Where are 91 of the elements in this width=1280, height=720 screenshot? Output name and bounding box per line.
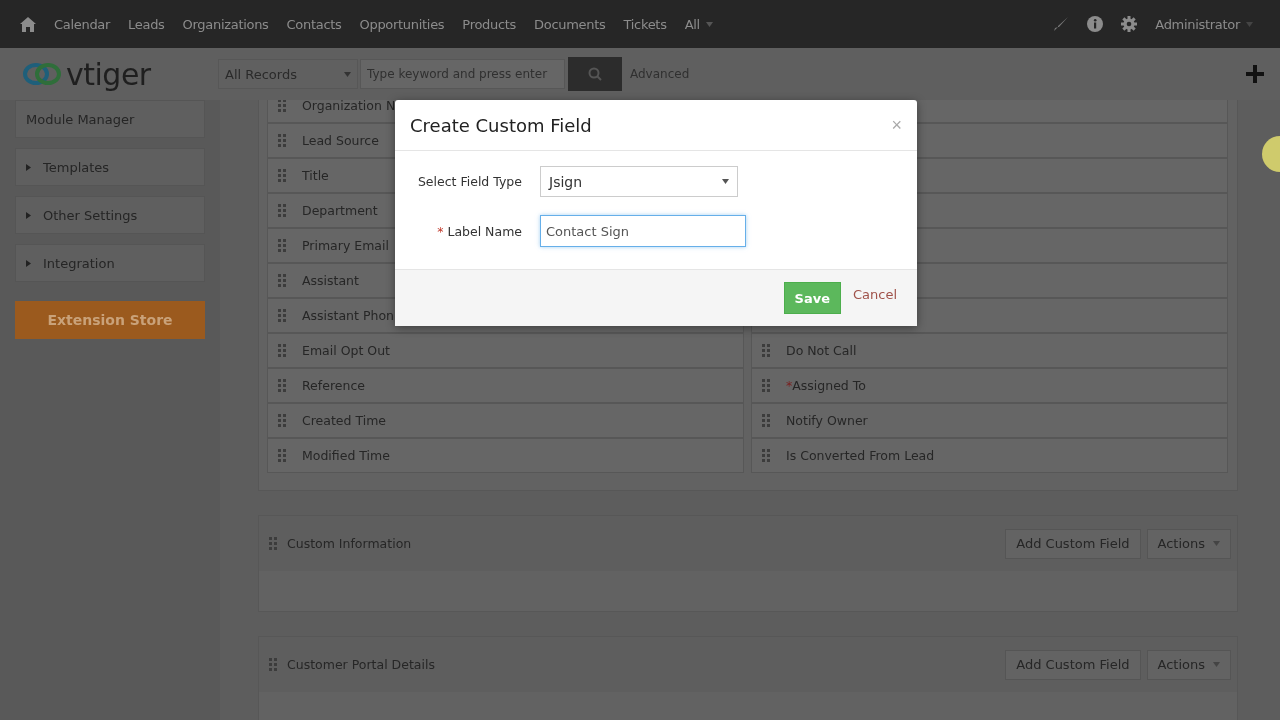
sidebar-item[interactable]: Other Settings — [15, 196, 205, 234]
sidebar-label: Module Manager — [26, 111, 135, 127]
field-label: Email Opt Out — [302, 343, 390, 358]
field-label: Reference — [302, 378, 365, 393]
actions-dropdown[interactable]: Actions — [1146, 528, 1231, 559]
drag-handle-icon[interactable] — [278, 274, 286, 287]
caret-icon — [722, 179, 729, 184]
sidebar-label: Integration — [43, 255, 115, 271]
caret-icon — [344, 71, 351, 77]
field-label: Assistant — [302, 273, 359, 288]
expand-arrow-icon — [26, 163, 31, 171]
add-custom-field-button[interactable]: Add Custom Field — [1005, 649, 1141, 680]
settings-icon[interactable] — [1121, 16, 1138, 32]
sidebar-item[interactable]: Templates — [15, 148, 205, 186]
drag-handle-icon[interactable] — [278, 100, 286, 112]
drag-handle-icon[interactable] — [278, 169, 286, 182]
field-type-dropdown[interactable]: Jsign — [540, 166, 738, 197]
add-icon[interactable] — [1246, 65, 1264, 83]
expand-arrow-icon — [26, 259, 31, 267]
field-label: Is Converted From Lead — [786, 448, 935, 463]
field-label: Assistant Phon — [302, 308, 394, 323]
actions-dropdown[interactable]: Actions — [1146, 649, 1231, 680]
user-menu[interactable]: Administrator — [1155, 16, 1240, 32]
field-row[interactable]: Email Opt Out — [267, 333, 744, 368]
drag-handle-icon[interactable] — [762, 414, 770, 427]
drag-handle-icon[interactable] — [269, 537, 277, 550]
drag-handle-icon[interactable] — [762, 344, 770, 357]
drag-handle-icon[interactable] — [278, 449, 286, 462]
close-button[interactable]: × — [891, 114, 902, 136]
field-label: Primary Email — [302, 238, 389, 253]
nav-link[interactable]: Products — [453, 16, 526, 32]
sidebar-label: Templates — [43, 159, 110, 175]
drag-handle-icon[interactable] — [762, 379, 770, 392]
field-row[interactable]: *Assigned To — [751, 368, 1228, 403]
expand-arrow-icon — [26, 211, 31, 219]
search-icon — [588, 67, 602, 81]
drag-handle-icon[interactable] — [278, 309, 286, 322]
save-button[interactable]: Save — [783, 282, 841, 314]
label-name-field[interactable]: Contact Sign — [540, 215, 746, 247]
drag-handle-icon[interactable] — [278, 204, 286, 217]
dialog-title: Create Custom Field — [410, 114, 592, 136]
field-label: Modified Time — [302, 448, 390, 463]
nav-link[interactable]: All — [684, 16, 700, 32]
logo-text: vtiger — [66, 56, 151, 92]
field-row[interactable]: Is Converted From Lead — [751, 438, 1228, 473]
nav-link[interactable]: Leads — [119, 16, 174, 32]
field-label: * Label Name — [436, 223, 523, 239]
nav-link[interactable]: Organizations — [173, 16, 278, 32]
extension-store-button[interactable]: Extension Store — [15, 301, 205, 339]
nav-link[interactable]: Documents — [525, 16, 615, 32]
field-label: *Assigned To — [786, 378, 866, 393]
search-button[interactable] — [568, 57, 622, 91]
nav-link[interactable]: Tickets — [614, 16, 676, 32]
field-label: Do Not Call — [786, 343, 857, 358]
field-row[interactable]: Modified Time — [267, 438, 744, 473]
drag-handle-icon[interactable] — [762, 449, 770, 462]
field-label: Select Field Type — [416, 174, 523, 189]
info-icon[interactable] — [1087, 16, 1104, 32]
field-row[interactable]: Reference — [267, 368, 744, 403]
block-title: Custom Information — [287, 536, 413, 551]
nav-link[interactable]: Opportunities — [350, 16, 454, 32]
bubble-icon — [1260, 136, 1280, 172]
sidebar-item[interactable]: Integration — [15, 244, 205, 282]
field-row[interactable]: Notify Owner — [751, 403, 1228, 438]
add-custom-field-button[interactable]: Add Custom Field — [1005, 528, 1141, 559]
field-row[interactable]: Created Time — [267, 403, 744, 438]
brush-icon[interactable] — [1053, 16, 1070, 32]
field-row[interactable]: Do Not Call — [751, 333, 1228, 368]
caret-icon — [1213, 541, 1220, 546]
field-label: Organization N — [302, 100, 396, 113]
drag-handle-icon[interactable] — [278, 414, 286, 427]
field-label: Created Time — [302, 413, 387, 428]
sidebar-item[interactable]: Module Manager — [15, 100, 205, 138]
field-label: Department — [302, 203, 378, 218]
nav-link[interactable]: Contacts — [277, 16, 351, 32]
field-label: Title — [302, 168, 329, 183]
cancel-link[interactable]: Cancel — [852, 286, 897, 302]
drag-handle-icon[interactable] — [278, 239, 286, 252]
field-label: Notify Owner — [786, 413, 868, 428]
field-label: Lead Source — [302, 133, 379, 148]
caret-icon — [1246, 21, 1253, 27]
drag-handle-icon[interactable] — [269, 658, 277, 671]
home-icon[interactable] — [20, 16, 36, 32]
nav-link[interactable]: Calendar — [45, 16, 120, 32]
drag-handle-icon[interactable] — [278, 344, 286, 357]
drag-handle-icon[interactable] — [278, 379, 286, 392]
sidebar-label: Other Settings — [43, 207, 138, 223]
caret-icon — [1213, 662, 1220, 667]
block-title: Customer Portal Details — [287, 657, 436, 672]
caret-icon — [705, 21, 713, 27]
drag-handle-icon[interactable] — [278, 134, 286, 147]
